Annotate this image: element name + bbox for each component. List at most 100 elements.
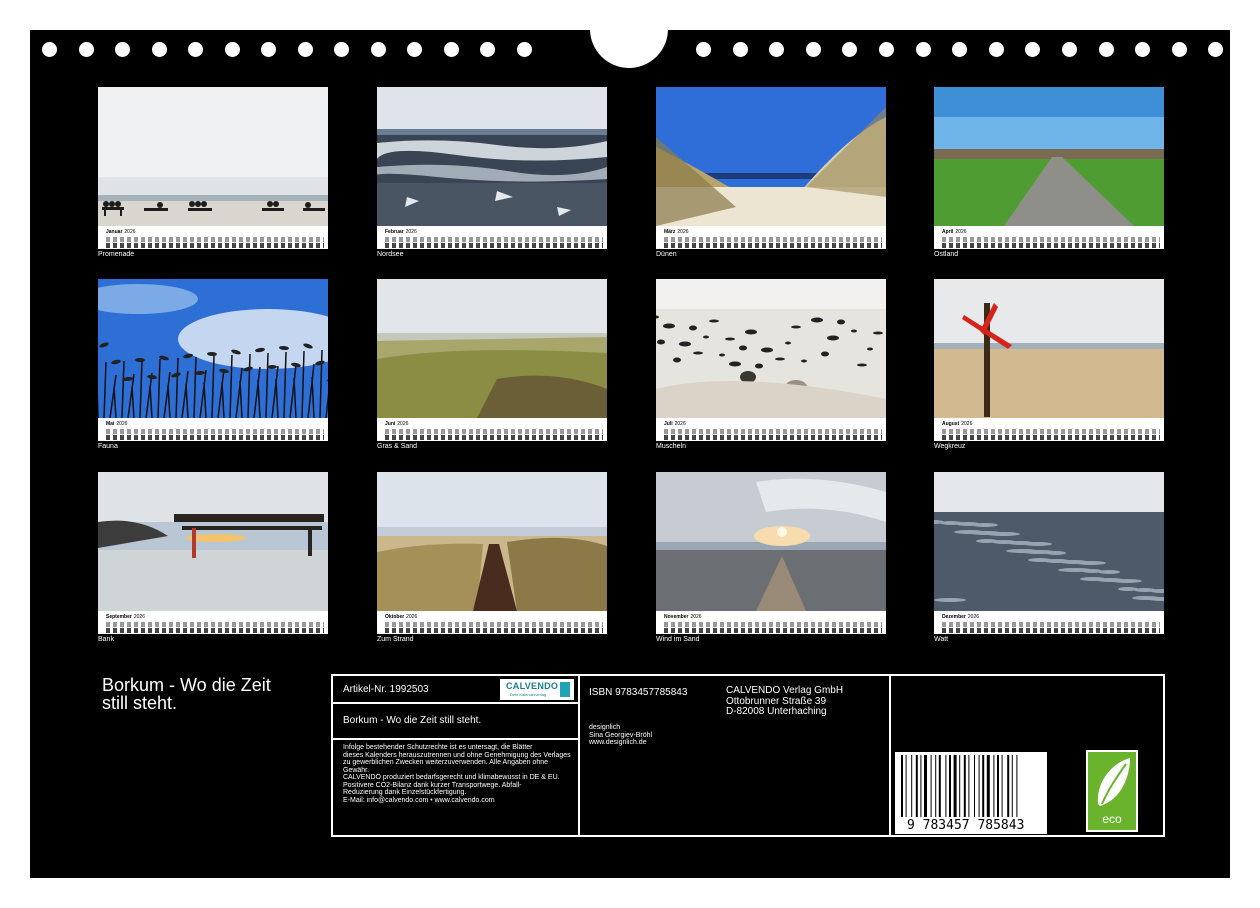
divider [333,702,578,704]
binding-hole [151,42,167,57]
month-name: April 2026 [942,229,967,235]
weekday-row [942,622,1160,627]
month-tile: Januar 2026 Promenade [98,87,328,262]
calendar-strip: Juni 2026 [377,418,607,441]
weekday-row [664,237,882,242]
weekday-row [385,429,603,434]
weekday-row [942,237,1160,242]
binding-hole [261,42,276,57]
publisher-line: CALVENDO Verlag GmbH [726,685,844,696]
month-tile: Mai 2026 Fauna [98,279,328,454]
barcode: 9 783457 785843 [895,752,1047,834]
legal-line: E-Mail: info@calvendo.com • www.calvendo… [343,796,495,804]
month-year: 2026 [967,614,980,620]
calendar-strip: Februar 2026 [377,226,607,249]
month-name: Juli 2026 [664,421,686,427]
divider [889,676,891,835]
photo-caption: Fauna [98,443,118,450]
month-name: August 2026 [942,421,973,427]
binding-hole [696,42,711,57]
binding-hole [297,42,313,57]
author-line: www.designlich.de [589,739,647,746]
legal-text: Infolge bestehender Schutzrechte ist es … [343,744,571,804]
month-name: Februar 2026 [385,229,417,235]
binding-hole [334,42,349,57]
legal-line: zu gewerblichen Zwecken weiterzuverwende… [343,759,549,766]
legal-line: Reduzierung dank Einzelstückfertigung. [343,789,467,796]
photo-caption: Bank [98,636,114,643]
day-row [106,243,324,248]
weekday-row [106,237,324,242]
calendar-strip: September 2026 [98,611,328,634]
binding-hole [115,42,130,57]
day-row [942,435,1160,440]
month-name: Dezember 2026 [942,614,980,620]
month-name: März 2026 [664,229,689,235]
calvendo-mark-icon [560,682,570,697]
day-row [942,628,1160,633]
photo-shells-sand [656,279,886,418]
calendar-strip: Mai 2026 [98,418,328,441]
photo-caption: Ostland [934,251,959,258]
isbn: ISBN 9783457785843 [589,687,688,698]
day-row [664,243,882,248]
calendar-strip: März 2026 [656,226,886,249]
photo-post-beach [934,279,1164,418]
legal-line: Positivere CO2-Bilanz dank kurzer Transp… [343,781,522,789]
day-row [385,435,603,440]
eco-leaf-icon: eco [1088,752,1136,830]
day-row [106,628,324,633]
photo-boardwalk [377,472,607,611]
binding-hole [805,42,821,57]
calendar-strip: August 2026 [934,418,1164,441]
binding-hole [480,42,495,57]
month-year: 2026 [406,614,418,620]
binding-hole [1135,42,1151,57]
article-number: Artikel-Nr. 1992503 [343,684,429,695]
binding-hole [842,42,858,57]
photo-promenade-benches [98,87,328,226]
calendar-strip: Dezember 2026 [934,611,1164,634]
day-row [385,628,603,633]
title-line-1: Borkum - Wo die Zeit [102,675,271,695]
calendar-strip: November 2026 [656,611,886,634]
month-tile: April 2026 Ostland [934,87,1164,262]
publisher-address: CALVENDO Verlag GmbH Ottobrunner Straße … [726,685,844,718]
month-year: 2026 [955,229,967,235]
barcode-number: 9 783457 785843 [905,818,1027,833]
binding-hole [1098,42,1114,57]
month-tile: Juni 2026 Gras & Sand [377,279,607,454]
binding-hole [188,42,203,57]
month-tile: März 2026 Dünen [656,87,886,262]
binding-hole [1171,42,1187,57]
weekday-row [664,429,882,434]
month-year: 2026 [961,421,973,427]
photo-grass-dunes [377,279,607,418]
weekday-row [106,622,324,627]
month-year: 2026 [133,614,145,620]
binding-hole [769,42,785,57]
binding-hole [988,42,1004,57]
photo-path-green [934,87,1164,226]
photo-caption: Gras & Sand [377,443,418,450]
eco-label: eco [1102,812,1122,826]
legal-line: dieses Kalenders herauszutrennen und ohn… [343,751,571,759]
calvendo-logo: CALVENDO Dein Kalenderverlag [500,679,574,700]
divider [578,676,580,835]
weekday-row [942,429,1160,434]
month-tile: Februar 2026 Nordsee [377,87,607,262]
binding-hole [78,42,94,57]
calendar-subtitle: Borkum - Wo die Zeit still steht. [343,715,482,726]
month-name: Mai 2026 [106,421,128,427]
month-year: 2026 [690,614,702,620]
month-name: Oktober 2026 [385,614,418,620]
binding-hole [915,42,931,57]
binding-hole [1208,42,1224,57]
month-name: Januar 2026 [106,229,136,235]
publisher-line: D-82008 Unterhaching [726,706,827,717]
weekday-row [106,429,324,434]
month-year: 2026 [677,229,689,235]
photo-caption: Wegkreuz [934,443,966,450]
month-tile: Oktober 2026 Zum Strand [377,472,607,647]
day-row [942,243,1160,248]
